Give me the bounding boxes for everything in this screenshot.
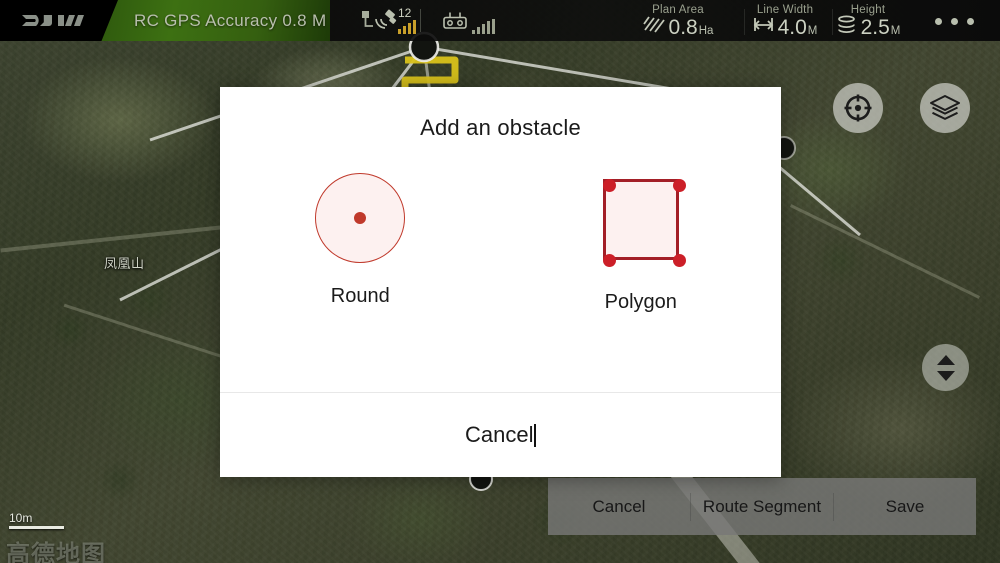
satellite-count: 12 [398, 6, 412, 20]
stat-number: 2.5 [860, 16, 890, 39]
polygon-vertex [672, 179, 686, 192]
bottom-route-segment-button[interactable]: Route Segment [691, 497, 833, 517]
text-caret [534, 423, 536, 447]
bottom-cancel-button[interactable]: Cancel [548, 497, 690, 517]
polygon-vertex [672, 254, 686, 267]
map-place-label: 凤凰山 [104, 256, 145, 271]
polygon-shape [602, 179, 679, 260]
bottom-toolbar: Cancel Route Segment Save [548, 478, 976, 535]
stat-unit: M [890, 25, 901, 37]
map-scale: 10m [9, 511, 64, 529]
hatched-area-icon [642, 16, 665, 33]
circle-center-dot [354, 212, 367, 224]
stat-number: 0.8 [668, 16, 698, 39]
aircraft-status-icon [362, 11, 373, 27]
gps-signal-bars [398, 20, 416, 34]
polygon-vertex [602, 254, 616, 267]
altitude-button[interactable] [922, 344, 969, 391]
dji-logo-icon [22, 15, 84, 26]
top-status-bar: RC GPS Accuracy 0.8 M 12 Plan Area 0.8 H… [0, 0, 1000, 41]
height-layers-icon [837, 15, 855, 33]
rc-signal-bars [472, 19, 495, 34]
obstacle-option-round[interactable]: Round [220, 173, 501, 314]
stat-unit: Ha [698, 25, 714, 37]
locate-button[interactable] [833, 83, 883, 133]
width-measure-icon [753, 18, 773, 31]
remote-controller-icon [443, 12, 467, 29]
obstacle-option-polygon[interactable]: Polygon [501, 173, 782, 314]
dialog-title: Add an obstacle [420, 115, 581, 140]
dialog-options: Round Polygon [220, 173, 781, 314]
map-scale-label: 10m [9, 511, 33, 525]
more-options-button[interactable] [935, 18, 974, 25]
more-options-icon [951, 18, 958, 25]
dialog-cancel-label: Cancel [465, 422, 534, 447]
app-root: 凤凰山 10m 高德地图 RC GPS Accuracy 0.8 M 12 Pl… [0, 0, 1000, 563]
layers-icon [930, 95, 960, 120]
layers-button[interactable] [920, 83, 970, 133]
option-label-round: Round [330, 285, 390, 307]
gps-accuracy-text: RC GPS Accuracy 0.8 M [134, 11, 327, 30]
circle-obstacle-icon [315, 173, 406, 263]
polygon-vertex [602, 179, 616, 192]
polygon-obstacle-icon [597, 173, 686, 267]
stat-height: Height 2.5 M [812, 4, 924, 43]
more-options-icon [935, 18, 942, 25]
add-obstacle-dialog: Add an obstacle Round Polygon Cancel [220, 87, 781, 477]
more-options-icon [967, 18, 974, 25]
topbar-divider [420, 9, 421, 32]
bottom-save-button[interactable]: Save [834, 497, 976, 517]
map-scale-bar [9, 526, 64, 529]
dialog-cancel-button[interactable]: Cancel [220, 393, 781, 477]
stat-number: 4.0 [777, 16, 807, 39]
option-label-polygon: Polygon [604, 291, 677, 313]
map-attribution: 高德地图 [6, 540, 106, 563]
up-down-arrows-icon [936, 354, 955, 381]
crosshair-icon [844, 94, 872, 122]
stat-value-row: 2.5 M [812, 15, 924, 43]
